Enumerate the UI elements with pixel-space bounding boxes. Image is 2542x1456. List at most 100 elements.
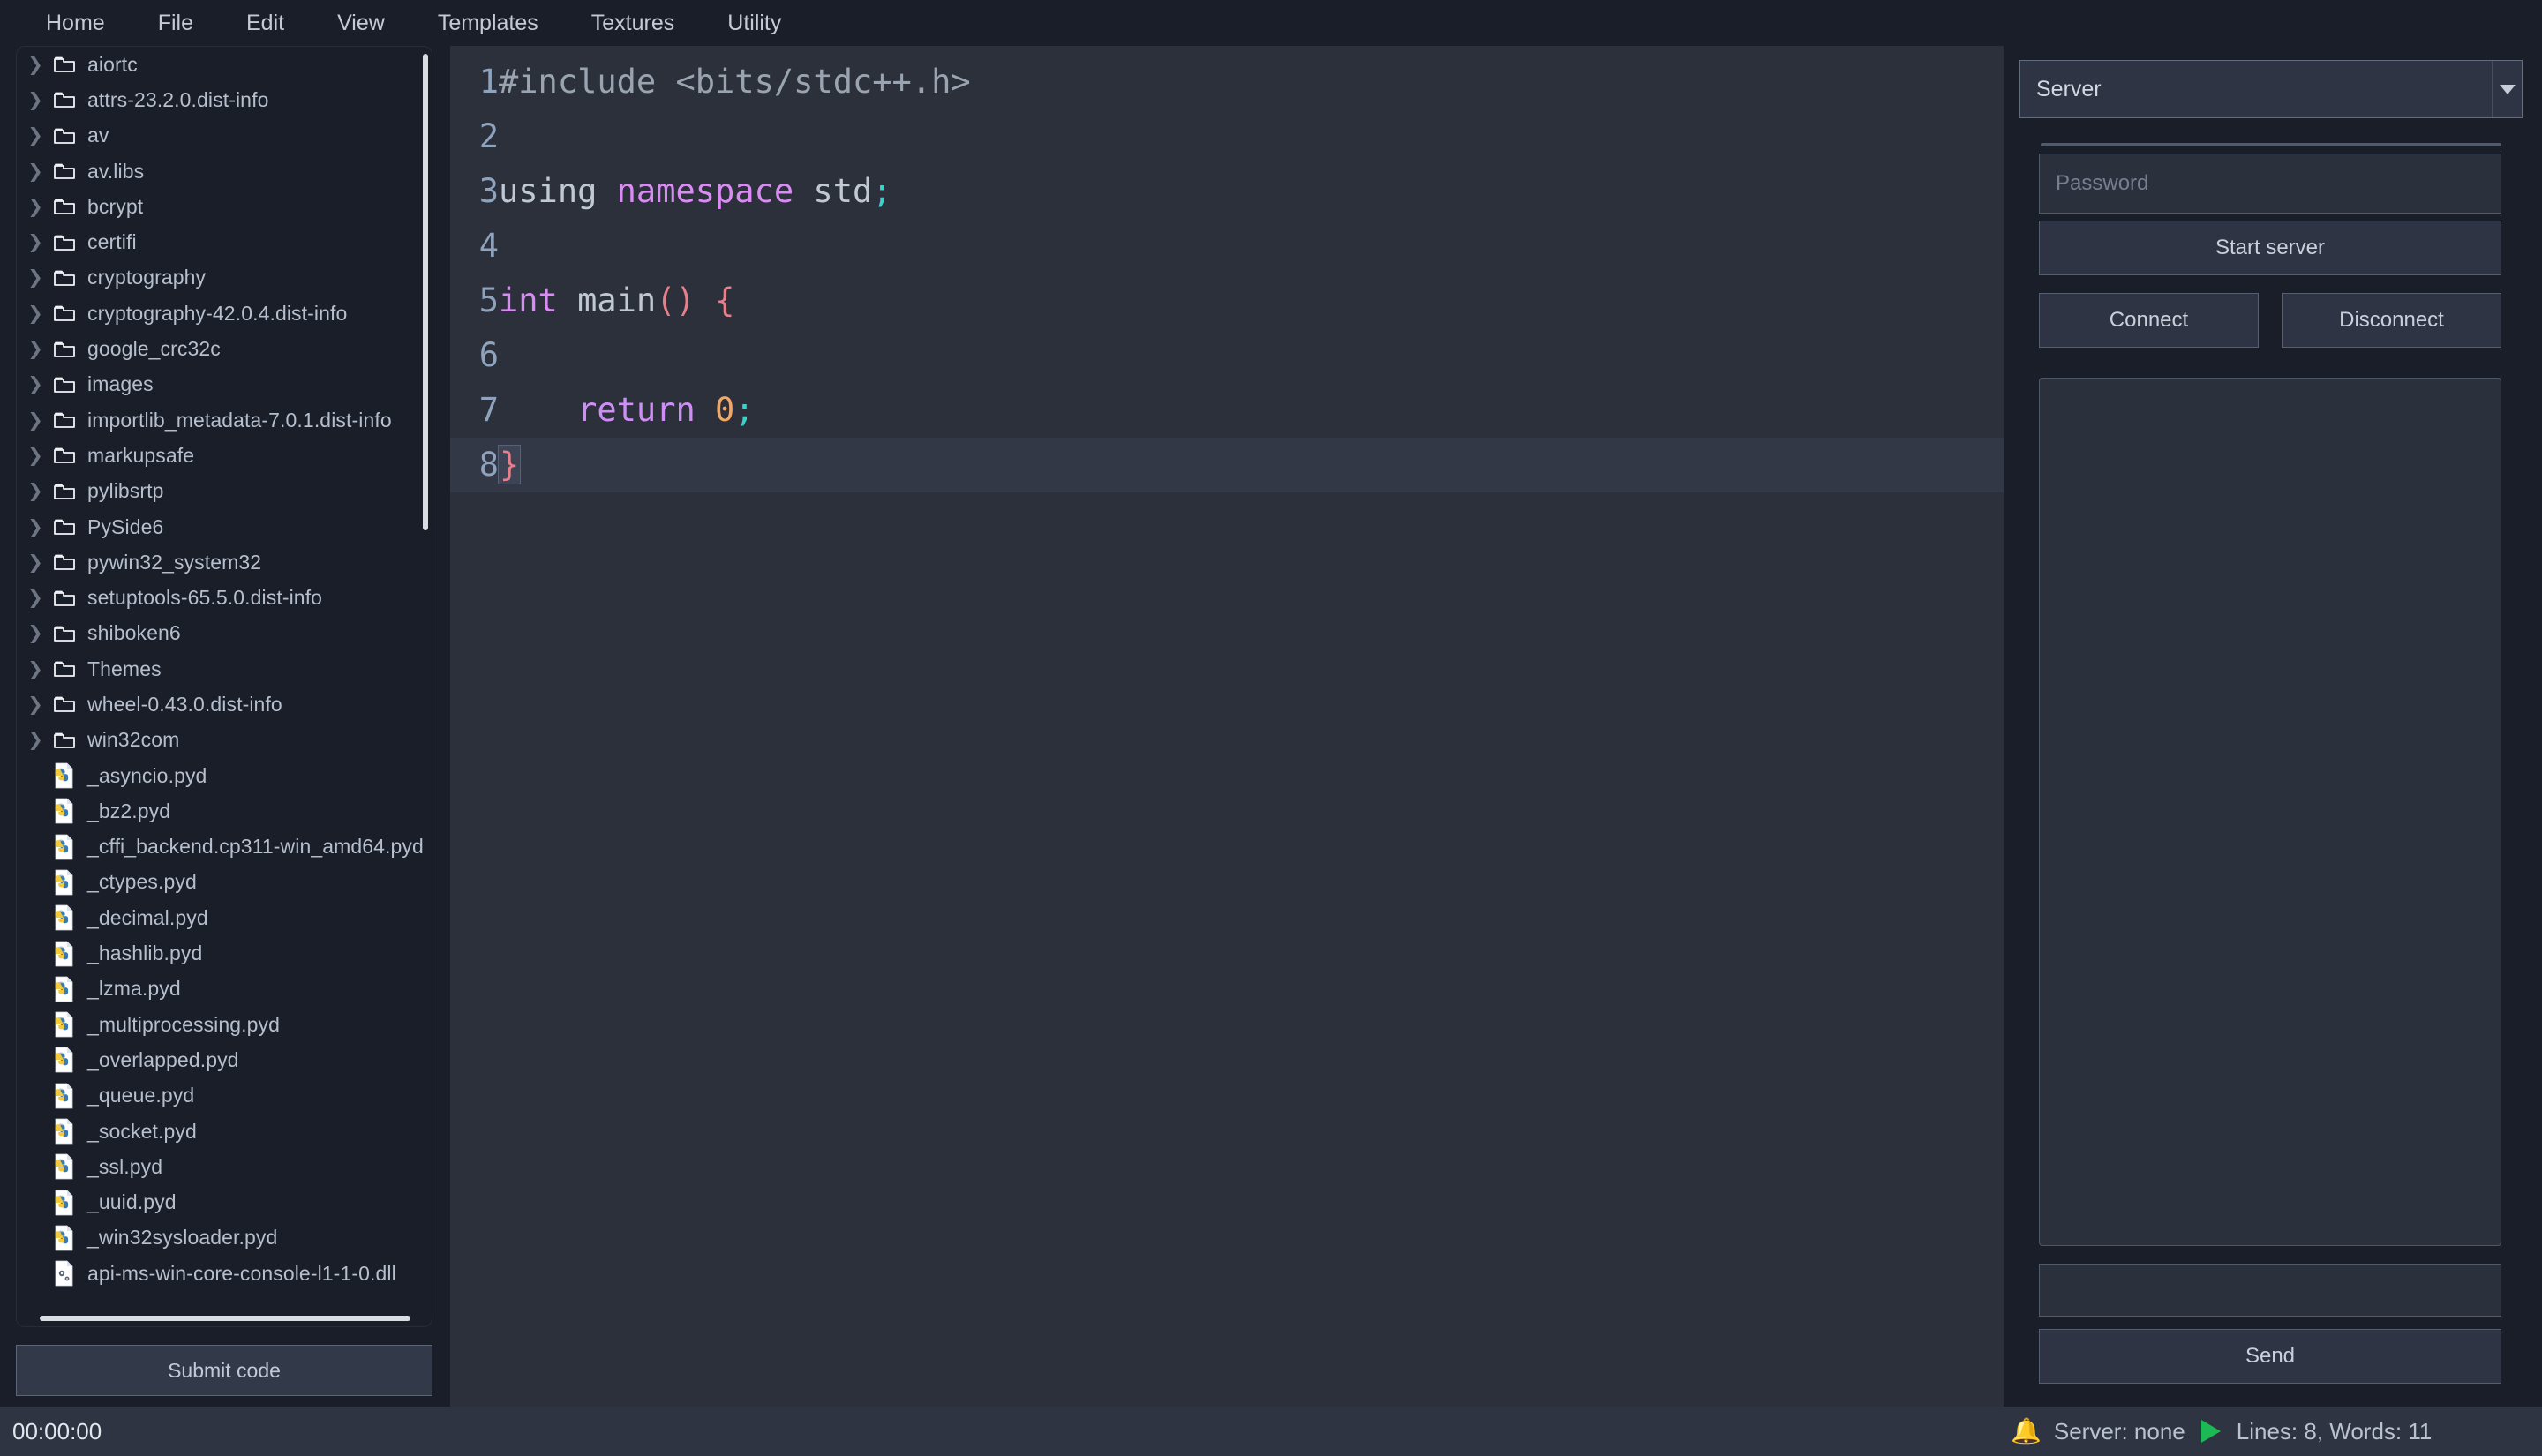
tree-item[interactable]: ❯ pywin32_system32 [17,544,423,580]
tree-item[interactable]: ❯ bcrypt [17,189,423,224]
code-line[interactable]: 1 #include <bits/stdc++.h> [450,55,2004,109]
code-line-text[interactable]: #include <bits/stdc++.h> [499,55,971,109]
chevron-right-icon[interactable]: ❯ [22,731,49,749]
chevron-right-icon[interactable]: ❯ [22,589,49,607]
tree-item-label: win32com [87,728,180,752]
menu-utility[interactable]: Utility [701,5,808,41]
tree-item[interactable]: _cffi_backend.cp311-win_amd64.pyd [17,829,423,865]
send-button[interactable]: Send [2039,1329,2501,1384]
chevron-right-icon[interactable]: ❯ [22,375,49,394]
tree-item[interactable]: ❯ pylibsrtp [17,474,423,509]
chevron-down-icon[interactable] [2492,61,2522,117]
tree-item[interactable]: ❯ Themes [17,651,423,687]
menu-view[interactable]: View [311,5,411,41]
tree-item[interactable]: ❯ wheel-0.43.0.dist-info [17,687,423,722]
tree-item[interactable]: _decimal.pyd [17,900,423,935]
code-line[interactable]: 5 int main() { [450,274,2004,328]
chevron-right-icon[interactable]: ❯ [22,340,49,358]
menu-textures[interactable]: Textures [565,5,701,41]
tree-item[interactable]: _queue.pyd [17,1078,423,1114]
code-editor[interactable]: 1 #include <bits/stdc++.h> 2 3 using namespa… [450,46,2004,1407]
chevron-right-icon[interactable]: ❯ [22,447,49,465]
code-line[interactable]: 7 return 0; [450,383,2004,438]
menu-templates[interactable]: Templates [411,5,565,41]
code-line[interactable]: 3 using namespace std; [450,164,2004,219]
code-line-text[interactable]: } [497,438,522,492]
tree-item[interactable]: _overlapped.pyd [17,1042,423,1077]
file-tree-vertical-scrollbar[interactable] [423,54,428,530]
code-line[interactable]: 8} [450,438,2004,492]
tree-item[interactable]: _asyncio.pyd [17,758,423,793]
code-lines[interactable]: 1 #include <bits/stdc++.h> 2 3 using namespa… [450,46,2004,1407]
chevron-right-icon[interactable]: ❯ [22,304,49,323]
tree-item[interactable]: ❯ win32com [17,723,423,758]
file-tree[interactable]: ❯ aiortc ❯ attrs-23.2.0.dist-info ❯ av ❯ av.lib… [17,47,423,1314]
chevron-right-icon[interactable]: ❯ [22,482,49,500]
code-line-text[interactable]: using namespace std; [499,164,892,219]
chat-log-area[interactable] [2039,378,2501,1246]
tree-item[interactable]: _ssl.pyd [17,1149,423,1184]
code-line-text[interactable]: int main() { [499,274,734,328]
folder-icon [49,624,80,643]
chevron-right-icon[interactable]: ❯ [22,268,49,287]
tree-item-label: api-ms-win-core-console-l1-1-0.dll [87,1261,396,1285]
message-input[interactable] [2039,1264,2501,1317]
chevron-right-icon[interactable]: ❯ [22,198,49,216]
tree-item[interactable]: ❯ markupsafe [17,438,423,473]
tree-item[interactable]: ❯ av [17,118,423,154]
chevron-right-icon[interactable]: ❯ [22,233,49,251]
main-body: ❯ aiortc ❯ attrs-23.2.0.dist-info ❯ av ❯ av.lib… [0,46,2542,1407]
tree-item[interactable]: _win32sysloader.pyd [17,1220,423,1256]
tree-item[interactable]: ❯ cryptography-42.0.4.dist-info [17,296,423,331]
chevron-right-icon[interactable]: ❯ [22,518,49,537]
tree-item[interactable]: _socket.pyd [17,1114,423,1149]
chevron-right-icon[interactable]: ❯ [22,660,49,679]
tree-item-label: av.libs [87,159,145,183]
mode-select[interactable]: Server [2019,60,2523,118]
chevron-right-icon[interactable]: ❯ [22,91,49,109]
password-input[interactable] [2039,154,2501,214]
chevron-right-icon[interactable]: ❯ [22,553,49,572]
menu-home[interactable]: Home [19,5,132,41]
notification-bell-icon[interactable]: 🔔 [2011,1419,2042,1444]
tree-item[interactable]: ❯ attrs-23.2.0.dist-info [17,82,423,117]
python-file-icon [49,869,80,896]
code-line[interactable]: 6 [450,328,2004,383]
tree-item[interactable]: ❯ setuptools-65.5.0.dist-info [17,580,423,615]
run-play-icon[interactable] [2200,1420,2221,1443]
folder-icon [54,235,75,251]
chevron-right-icon[interactable]: ❯ [22,695,49,714]
code-line[interactable]: 4 [450,219,2004,274]
tree-item[interactable]: _ctypes.pyd [17,865,423,900]
tree-item[interactable]: _lzma.pyd [17,972,423,1007]
connect-button[interactable]: Connect [2039,293,2259,348]
disconnect-button[interactable]: Disconnect [2282,293,2501,348]
tree-item[interactable]: ❯ certifi [17,224,423,259]
tree-item[interactable]: ❯ cryptography [17,260,423,296]
tree-item[interactable]: _multiprocessing.pyd [17,1007,423,1042]
start-server-button[interactable]: Start server [2039,221,2501,275]
submit-code-button[interactable]: Submit code [16,1345,432,1396]
tree-item[interactable]: ❯ importlib_metadata-7.0.1.dist-info [17,402,423,438]
chevron-right-icon[interactable]: ❯ [22,624,49,642]
tree-item[interactable]: api-ms-win-core-console-l1-1-0.dll [17,1256,423,1291]
chevron-right-icon[interactable]: ❯ [22,126,49,145]
chevron-right-icon[interactable]: ❯ [22,162,49,181]
tree-item[interactable]: ❯ PySide6 [17,509,423,544]
chevron-right-icon[interactable]: ❯ [22,56,49,74]
menu-file[interactable]: File [132,5,220,41]
tree-item[interactable]: ❯ av.libs [17,154,423,189]
tree-item[interactable]: ❯ shiboken6 [17,616,423,651]
code-line[interactable]: 2 [450,109,2004,164]
code-line-text[interactable]: return 0; [499,383,755,438]
folder-icon [54,697,75,713]
chevron-right-icon[interactable]: ❯ [22,411,49,430]
tree-item[interactable]: ❯ google_crc32c [17,331,423,366]
tree-item[interactable]: ❯ aiortc [17,47,423,82]
tree-item[interactable]: _hashlib.pyd [17,935,423,971]
tree-item[interactable]: ❯ images [17,367,423,402]
menu-edit[interactable]: Edit [220,5,311,41]
tree-item[interactable]: _uuid.pyd [17,1185,423,1220]
file-tree-horizontal-scrollbar[interactable] [40,1316,410,1321]
tree-item[interactable]: _bz2.pyd [17,793,423,829]
